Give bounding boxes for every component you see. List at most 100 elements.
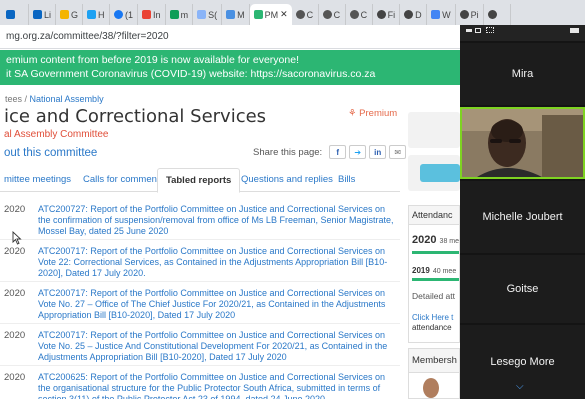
browser-tab[interactable]: Pi [456,4,484,25]
page-content: tees / National Assembly ice and Correct… [0,86,460,399]
divider [0,239,400,240]
tab-committee-meetings[interactable]: mittee meetings [4,168,71,192]
attendance-header: Attendanc [408,205,460,225]
divider [0,281,400,282]
participant-tile[interactable]: Michelle Joubert [460,181,585,253]
attendance-link[interactable]: Click Here t [412,313,453,323]
browser-tab[interactable]: W [427,4,456,25]
share-label: Share this page: [253,146,323,158]
tab-bills[interactable]: Bills [338,168,355,192]
browser-tab[interactable] [484,4,511,25]
li-icon [33,10,42,19]
browser-tab-active[interactable]: PM ✕ [249,4,292,25]
report-link[interactable]: ATC200717: Report of the Portfolio Commi… [38,288,395,321]
follow-button[interactable] [420,164,460,182]
browser-tab[interactable]: (1 [110,4,139,25]
detailed-attendance-label: Detailed att [412,291,455,301]
twitter-share-button[interactable]: ➔ [349,145,367,159]
participant-name: Mira [511,68,534,80]
tab-questions-and-replies[interactable]: Questions and replies [241,168,333,192]
gallery-view-icon[interactable] [486,27,494,33]
report-date: 2020 [4,204,26,215]
tab-tabled-reports[interactable]: Tabled reports [157,168,241,193]
browser-tab[interactable]: Li [29,4,57,25]
chevron-down-icon[interactable]: ⌵ [516,381,524,392]
report-link[interactable]: ATC200625: Report of the Portfolio Commi… [38,372,395,399]
attendance-bar-2020 [412,251,459,254]
attendance-link-tail: attendance [412,323,452,332]
attendance-year-2020: 2020 38 me [412,234,460,246]
facebook-share-button[interactable]: f [329,145,347,159]
browser-tab[interactable]: C [292,4,319,25]
gmail-icon [142,10,152,19]
banner-line-premium: emium content from before 2019 is now av… [6,54,299,66]
browser-tab[interactable]: In [138,4,166,25]
browser-tab[interactable]: Fi [373,4,401,25]
chrome-icon [295,10,305,19]
view-options-icon[interactable] [570,28,579,33]
doc-icon [197,10,207,19]
linkedin-share-button[interactable]: in [369,145,387,159]
report-date: 2020 [4,246,26,257]
about-committee-link[interactable]: out this committee [4,147,97,159]
divider [0,365,400,366]
tab-calls-for-comment[interactable]: Calls for comment [83,168,160,192]
report-link[interactable]: ATC200727: Report of the Portfolio Commi… [38,204,395,237]
committee-tabs: mittee meetings Calls for comment Tabled… [0,168,400,193]
participant-tile[interactable]: Mira [460,43,585,105]
report-date: 2020 [4,372,26,383]
browser-tab[interactable]: C [319,4,346,25]
participant-video-active-speaker[interactable] [460,107,585,179]
page-subtitle: al Assembly Committee [4,129,109,140]
chrome-icon [349,10,359,19]
share-bar: Share this page: f ➔ in ✉ [253,145,407,159]
minimize-icon[interactable] [466,29,472,32]
premium-badge[interactable]: ⚘ Premium [348,108,397,119]
sheets-icon [169,10,179,19]
attendance-panel: 2020 38 me 2019 40 mee Detailed att Clic… [408,225,460,343]
breadcrumb-link-national-assembly[interactable]: National Assembly [30,94,104,104]
participant-name: Goitse [506,283,539,295]
report-link[interactable]: ATC200717: Report of the Portfolio Commi… [38,246,395,279]
avatar[interactable] [423,378,439,398]
report-date: 2020 [4,330,26,341]
browser-tab[interactable]: D [400,4,428,25]
browser-tab[interactable]: M [222,4,250,25]
url-text[interactable]: mg.org.za/committee/38/?filter=2020 [6,31,169,42]
attendance-link-block: Click Here t attendance [412,313,453,333]
close-icon[interactable]: ✕ [280,9,288,20]
twitter-icon [87,10,97,19]
video-call-panel: Mira Michelle Joubert Goitse Lesego More… [460,25,585,399]
github-icon [487,10,497,19]
participant-tile[interactable]: Goitse [460,255,585,323]
report-date: 2020 [4,288,26,299]
maximize-icon[interactable] [475,28,481,33]
g-icon [60,10,70,19]
announcement-banner: emium content from before 2019 is now av… [0,50,460,85]
mouse-pointer-icon [12,231,22,245]
github-icon [459,10,469,19]
report-link[interactable]: ATC200717: Report of the Portfolio Commi… [38,330,395,363]
participant-name: Lesego More [490,356,555,368]
browser-tab[interactable]: S( [193,4,223,25]
participant-video-frame [462,109,583,177]
banner-line-covid[interactable]: it SA Government Coronavirus (COVID-19) … [6,67,454,81]
email-share-button[interactable]: ✉ [389,145,407,159]
participant-name: Michelle Joubert [482,211,563,223]
sidebar-panel [408,112,460,148]
call-toolbar [460,25,585,41]
github-icon [376,10,386,19]
browser-tab[interactable]: m [166,4,194,25]
browser-tab-strip: Li G H (1 In m S( M PM ✕ C C C Fi D W Pi [0,0,585,25]
browser-tab[interactable]: H [83,4,111,25]
in-icon [6,10,15,19]
browser-tab[interactable] [2,4,29,25]
browser-tab[interactable]: G [56,4,84,25]
breadcrumb-prefix: tees / [5,94,28,104]
chrome-icon [322,10,332,19]
membership-panel [408,373,460,399]
divider [0,323,400,324]
browser-tab[interactable]: C [346,4,373,25]
pmg-icon [253,10,263,19]
github-icon [404,10,414,19]
